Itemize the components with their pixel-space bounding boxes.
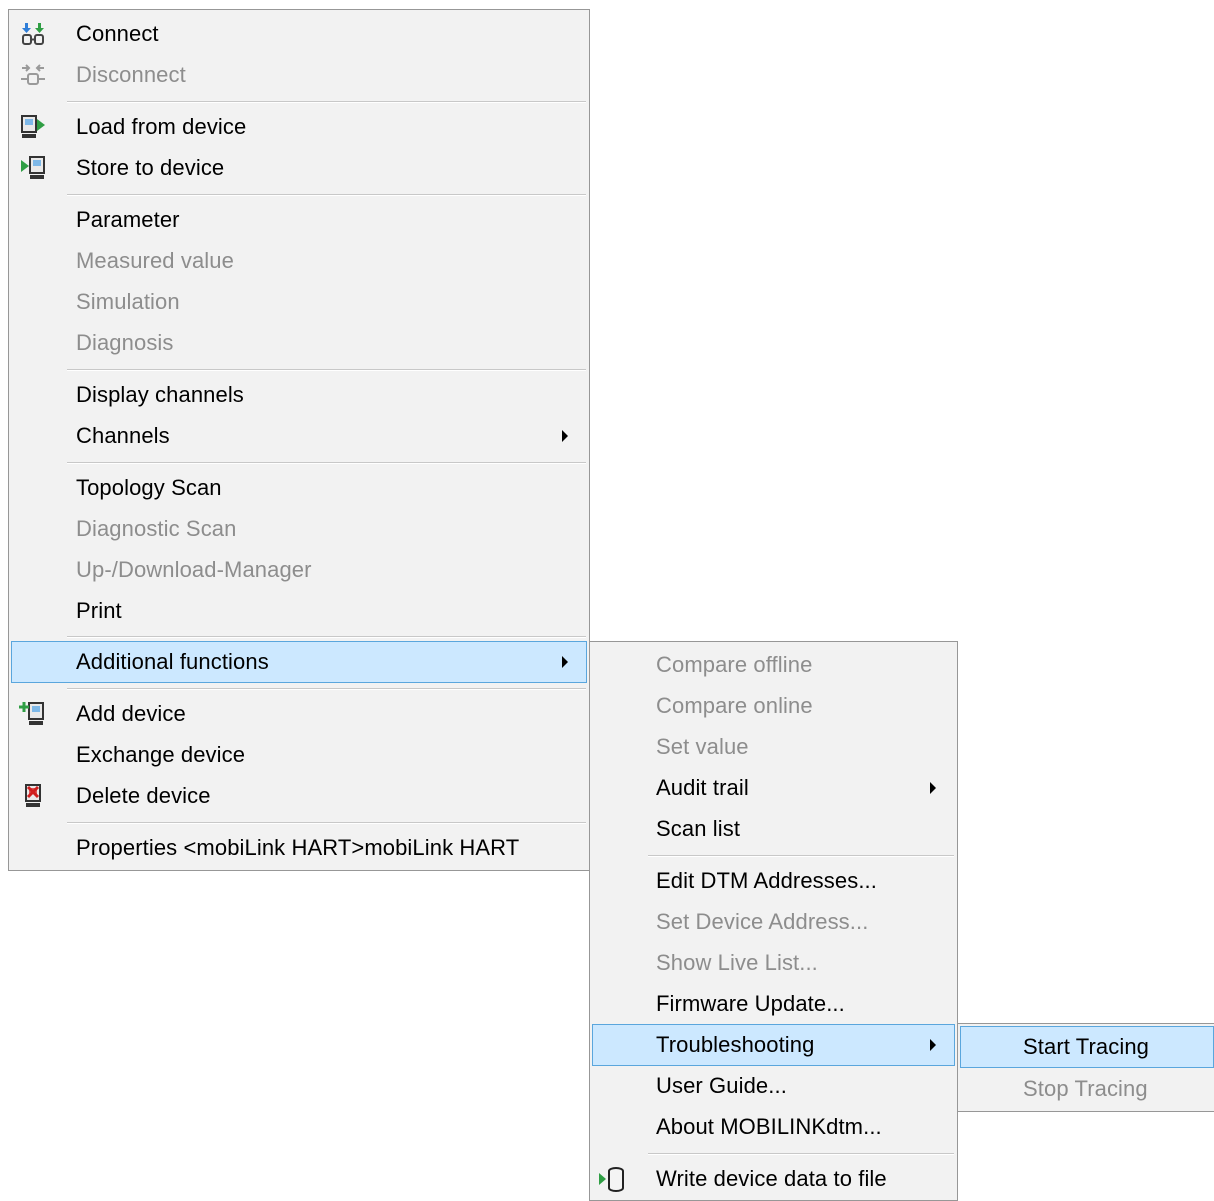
menu-item-print[interactable]: Print [11,591,587,631]
menu-item-label: Connect [76,21,159,46]
submenu-item-write-device-data-to-file[interactable]: Write device data to file [592,1159,955,1199]
menu-item-topology-scan[interactable]: Topology Scan [11,468,587,508]
menu-item-label: Parameter [76,207,180,232]
menu-item-label: Write device data to file [656,1166,887,1191]
menu-item-label: Diagnosis [76,330,174,355]
menu-item-label: Diagnostic Scan [76,516,237,541]
menu-item-label: Set value [656,734,749,759]
menu-item-label: Compare offline [656,652,813,677]
menu-item-label: Compare online [656,693,813,718]
menu-item-label: Exchange device [76,742,246,767]
menu-separator [648,1153,954,1155]
menu-separator [67,462,586,464]
menu-item-label: Channels [76,423,170,448]
menu-item-label: Edit DTM Addresses... [656,868,877,893]
menu-item-measured-value[interactable]: Measured value [11,241,587,281]
troubleshooting-submenu: Start Tracing Stop Tracing [957,1023,1214,1112]
submenu-arrow-icon [930,782,936,794]
menu-item-disconnect[interactable]: Disconnect [11,55,587,95]
menu-item-label: Up-/Download-Manager [76,557,312,582]
submenu-item-start-tracing[interactable]: Start Tracing [960,1026,1214,1068]
menu-separator [67,101,586,103]
write-to-file-icon [598,1165,626,1193]
menu-item-connect[interactable]: Connect [11,14,587,54]
menu-item-label: Additional functions [76,649,269,674]
submenu-item-scan-list[interactable]: Scan list [592,809,955,849]
disconnect-icon [19,61,47,89]
submenu-item-about-mobilinkdtm[interactable]: About MOBILINKdtm... [592,1107,955,1147]
menu-item-properties[interactable]: Properties <mobiLink HART>mobiLink HART [11,828,587,868]
submenu-arrow-icon [562,656,568,668]
submenu-item-set-value[interactable]: Set value [592,727,955,767]
submenu-item-show-live-list[interactable]: Show Live List... [592,943,955,983]
menu-separator [67,688,586,690]
submenu-item-stop-tracing[interactable]: Stop Tracing [960,1069,1214,1109]
delete-device-icon [19,782,47,810]
menu-item-up-download-manager[interactable]: Up-/Download-Manager [11,550,587,590]
menu-separator [648,855,954,857]
submenu-arrow-icon [930,1039,936,1051]
main-context-menu: Connect Disconnect Load from device Stor… [8,9,590,871]
menu-item-label: Firmware Update... [656,991,845,1016]
menu-item-channels[interactable]: Channels [11,416,587,456]
submenu-arrow-icon [562,430,568,442]
menu-item-label: User Guide... [656,1073,787,1098]
submenu-item-troubleshooting[interactable]: Troubleshooting [592,1024,955,1066]
menu-item-label: Show Live List... [656,950,818,975]
menu-item-label: Measured value [76,248,234,273]
menu-item-label: Print [76,598,122,623]
add-device-icon [19,700,47,728]
menu-item-display-channels[interactable]: Display channels [11,375,587,415]
load-from-device-icon [19,113,47,141]
menu-item-label: Delete device [76,783,211,808]
submenu-item-compare-offline[interactable]: Compare offline [592,645,955,685]
menu-item-load-from-device[interactable]: Load from device [11,107,587,147]
menu-item-simulation[interactable]: Simulation [11,282,587,322]
menu-item-add-device[interactable]: Add device [11,694,587,734]
menu-item-parameter[interactable]: Parameter [11,200,587,240]
menu-item-label: Audit trail [656,775,749,800]
menu-item-label: Properties <mobiLink HART>mobiLink HART [76,835,520,860]
menu-item-delete-device[interactable]: Delete device [11,776,587,816]
menu-item-label: Troubleshooting [656,1032,815,1057]
submenu-item-set-device-address[interactable]: Set Device Address... [592,902,955,942]
menu-separator [67,636,586,638]
menu-item-label: Store to device [76,155,225,180]
menu-item-label: Topology Scan [76,475,222,500]
menu-item-label: Add device [76,701,186,726]
menu-item-label: Simulation [76,289,180,314]
menu-item-label: Set Device Address... [656,909,869,934]
menu-separator [67,369,586,371]
menu-item-label: Display channels [76,382,244,407]
menu-item-store-to-device[interactable]: Store to device [11,148,587,188]
menu-item-additional-functions[interactable]: Additional functions [11,641,587,683]
store-to-device-icon [19,154,47,182]
menu-item-label: Start Tracing [1023,1034,1150,1059]
menu-item-label: About MOBILINKdtm... [656,1114,882,1139]
connect-icon [19,20,47,48]
submenu-item-edit-dtm-addresses[interactable]: Edit DTM Addresses... [592,861,955,901]
menu-item-diagnostic-scan[interactable]: Diagnostic Scan [11,509,587,549]
menu-item-label: Load from device [76,114,247,139]
submenu-item-audit-trail[interactable]: Audit trail [592,768,955,808]
menu-item-label: Disconnect [76,62,186,87]
menu-item-diagnosis[interactable]: Diagnosis [11,323,587,363]
menu-item-exchange-device[interactable]: Exchange device [11,735,587,775]
submenu-item-firmware-update[interactable]: Firmware Update... [592,984,955,1024]
submenu-item-user-guide[interactable]: User Guide... [592,1066,955,1106]
menu-item-label: Stop Tracing [1023,1076,1148,1101]
additional-functions-submenu: Compare offline Compare online Set value… [589,641,958,1201]
menu-item-label: Scan list [656,816,741,841]
submenu-item-compare-online[interactable]: Compare online [592,686,955,726]
menu-separator [67,822,586,824]
menu-separator [67,194,586,196]
